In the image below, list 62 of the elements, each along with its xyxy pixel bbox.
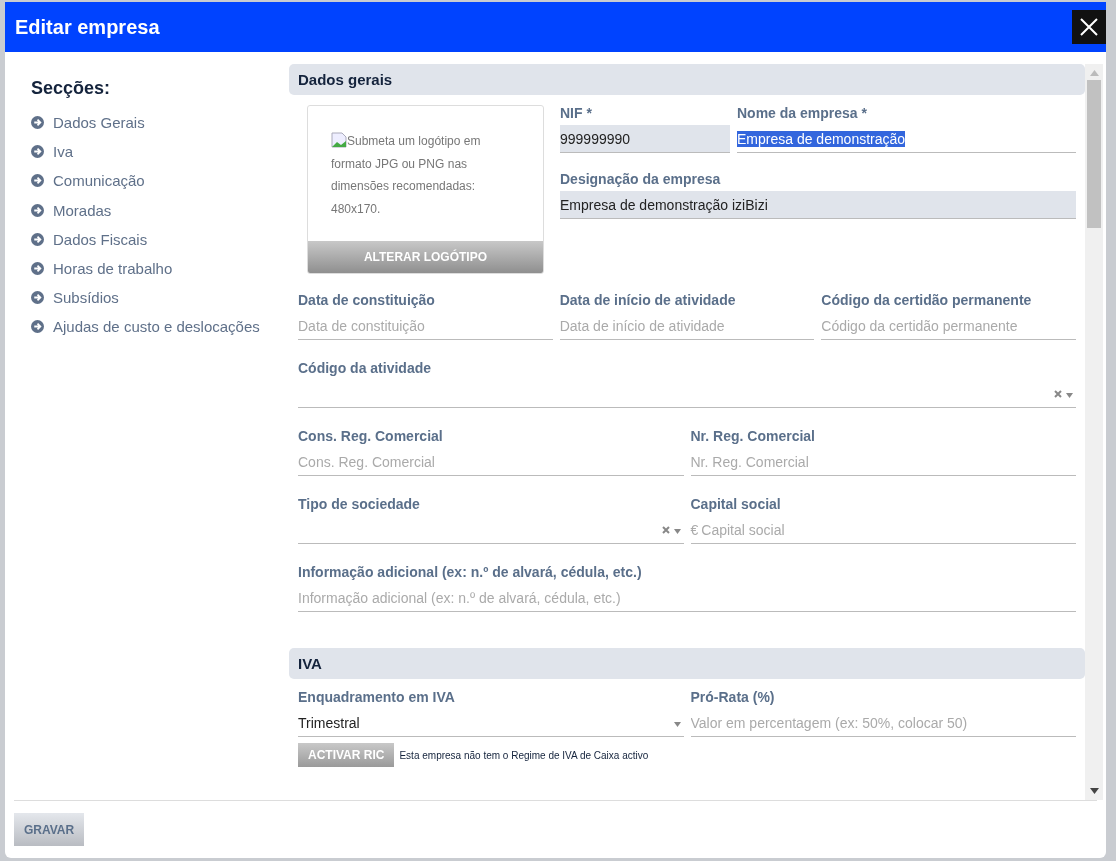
dialog-title: Editar empresa xyxy=(15,15,160,39)
field-label: Código da atividade xyxy=(298,360,432,376)
field-label: Data de constituição xyxy=(298,292,436,308)
arrow-circle-icon xyxy=(31,116,44,130)
select-field[interactable]: Trimestral xyxy=(298,709,684,737)
sidebar-link[interactable]: Subsídios xyxy=(31,283,289,313)
arrow-circle-icon xyxy=(31,232,44,246)
arrow-circle-icon xyxy=(31,262,44,276)
scrollbar[interactable] xyxy=(1085,64,1103,800)
caret-icon xyxy=(673,528,681,534)
input-field[interactable]: Empresa de demonstração xyxy=(737,125,1076,153)
field-label: Tipo de sociedade xyxy=(298,496,421,512)
field-label: Pró-Rata (%) xyxy=(690,689,776,705)
sidebar-link[interactable]: Moradas xyxy=(31,195,289,225)
field-label: Capital social xyxy=(690,496,782,512)
arrow-circle-icon xyxy=(31,203,44,217)
field-label: Data de início de atividade xyxy=(559,292,737,308)
arrow-circle-icon xyxy=(31,174,44,188)
field-label: Nr. Reg. Comercial xyxy=(690,428,816,444)
arrow-circle-icon xyxy=(31,320,44,334)
input-field[interactable]: Código da certidão permanente xyxy=(821,317,1076,334)
scroll-up-icon[interactable] xyxy=(1089,70,1099,76)
field-label: Nome da empresa * xyxy=(737,105,868,121)
input-field[interactable]: Data de início de atividade xyxy=(559,317,815,334)
clear-icon[interactable] xyxy=(1054,389,1062,398)
input-field[interactable]: Informação adicional (ex: n.º de alvará, cédula, etc.) xyxy=(298,589,1076,606)
section-header: IVA xyxy=(289,648,1085,679)
input-field[interactable]: Cons. Reg. Comercial xyxy=(298,453,684,470)
arrow-circle-icon xyxy=(31,291,44,305)
close-icon xyxy=(1080,18,1098,36)
scrollbar-thumb[interactable] xyxy=(1087,80,1101,228)
sidebar-link[interactable]: Comunicação xyxy=(31,166,289,196)
sidebar-link[interactable]: Dados Fiscais xyxy=(31,224,289,254)
section-header: Dados gerais xyxy=(289,64,1085,95)
ric-status-note: Esta empresa não tem o Regime de IVA de Caixa activo xyxy=(399,749,649,761)
sidebar-link[interactable]: Horas de trabalho xyxy=(31,253,289,284)
sidebar-heading: Secções: xyxy=(31,78,112,99)
field-label: Enquadramento em IVA xyxy=(298,689,456,705)
logo-hint: Submeta um logótipo em formato JPG ou PNG nas dimensões recomendadas: 480x170. xyxy=(330,131,482,218)
currency-symbol: € xyxy=(690,521,699,538)
input-field[interactable]: Empresa de demonstração iziBizi xyxy=(560,191,1076,219)
field-label: Informação adicional (ex: n.º de alvará, cédula, etc.) xyxy=(298,564,643,580)
sidebar-link[interactable]: Ajudas de custo e deslocações xyxy=(31,312,289,342)
sidebar-link[interactable]: Dados Gerais xyxy=(31,108,289,138)
close-button[interactable] xyxy=(1072,10,1106,44)
input-field[interactable]: 999999990 xyxy=(560,125,730,153)
input-field[interactable]: Valor em percentagem (ex: 50%, colocar 50) xyxy=(690,714,1076,731)
field-label: Designação da empresa xyxy=(560,171,722,187)
caret-icon xyxy=(1066,392,1073,398)
clear-icon[interactable] xyxy=(661,525,670,534)
input-field[interactable]: Nr. Reg. Comercial xyxy=(690,453,1076,470)
broken-image-icon xyxy=(331,132,347,148)
field-label: NIF * xyxy=(560,105,593,121)
input-field[interactable]: Capital social xyxy=(701,521,1076,538)
sidebar-link[interactable]: Iva xyxy=(31,137,289,167)
save-button[interactable]: GRAVAR xyxy=(14,813,84,846)
field-label: Código da certidão permanente xyxy=(821,292,1033,308)
arrow-circle-icon xyxy=(31,145,44,159)
scroll-down-icon[interactable] xyxy=(1089,788,1099,794)
input-field[interactable]: Data de constituição xyxy=(298,317,553,334)
caret-icon xyxy=(673,721,681,727)
field-label: Cons. Reg. Comercial xyxy=(298,428,444,444)
